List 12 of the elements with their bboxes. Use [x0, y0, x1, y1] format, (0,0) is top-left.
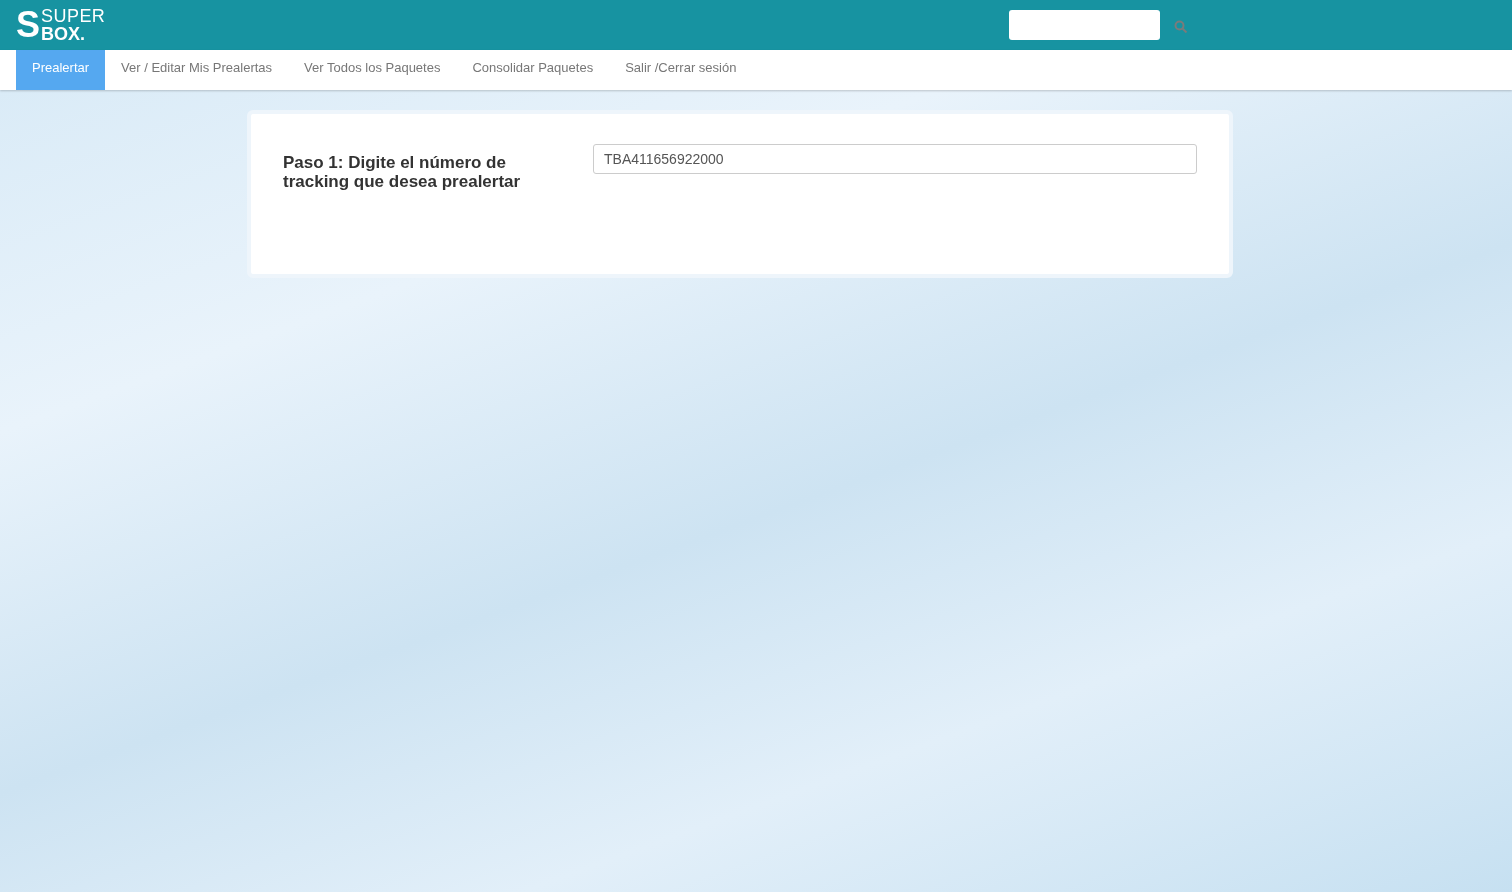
- nav-tab[interactable]: Prealertar: [16, 50, 106, 90]
- logo-text: SUPER: [41, 7, 106, 25]
- nav-tab[interactable]: Ver / Editar Mis Prealertas: [105, 50, 289, 90]
- search-icon[interactable]: [1174, 20, 1189, 34]
- nav-tab[interactable]: Salir /Cerrar sesión: [609, 50, 753, 90]
- search-field[interactable]: [1009, 10, 1161, 40]
- logo-mark: S: [16, 7, 40, 43]
- tracking-input-field[interactable]: TBA411656922000: [593, 144, 1197, 174]
- field-label: Paso 1: Digite el número de tracking que desea prealertar: [283, 153, 522, 193]
- nav-tab[interactable]: Ver Todos los Paquetes: [288, 50, 457, 90]
- logo-text: BOX.: [41, 25, 87, 43]
- nav-tab[interactable]: Consolidar Paquetes: [456, 50, 610, 90]
